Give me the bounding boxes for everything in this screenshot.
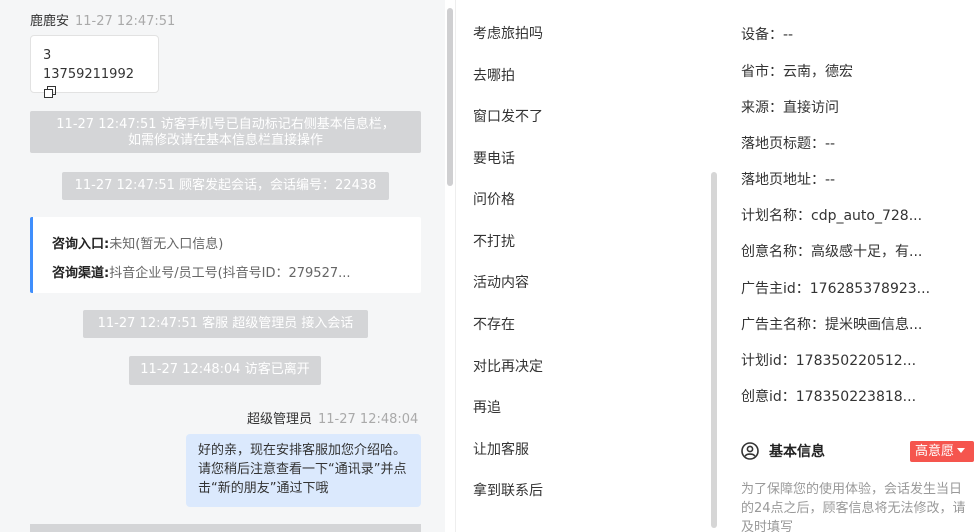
tag-item[interactable]: 考虑旅拍吗 (473, 23, 543, 43)
phone-line2: 13759211992 (43, 65, 146, 103)
consult-channel-row: 咨询渠道:抖音企业号/员工号(抖音号ID：279527... (52, 259, 421, 288)
agent-message-header: 超级管理员 11-27 12:48:04 (247, 408, 418, 427)
chat-scrollbar[interactable] (447, 8, 453, 186)
system-message-phone-marked: 11-27 12:47:51 访客手机号已自动标记右侧基本信息栏，如需修改请在基… (30, 111, 421, 153)
info-advertiser-name: 广告主名称：提米映画信息... (741, 317, 923, 333)
system-message-session-start: 11-27 12:47:51 顾客发起会话，会话编号：22438 (62, 172, 389, 200)
visitor-time: 11-27 12:47:51 (75, 14, 176, 29)
tag-item[interactable]: 活动内容 (473, 272, 529, 292)
consult-channel-value: 抖音企业号/员工号(抖音号ID：279527... (109, 266, 351, 281)
info-plan-id: 计划id：178350220512... (741, 353, 917, 369)
consult-info-card: 咨询入口:未知(暂无入口信息) 咨询渠道:抖音企业号/员工号(抖音号ID：279… (30, 217, 421, 293)
tag-item[interactable]: 问价格 (473, 189, 515, 209)
info-province-city: 省市：云南，德宏 (741, 64, 853, 80)
chat-panel: 鹿鹿安 11-27 12:47:51 3 13759211992 11-27 12… (0, 0, 445, 532)
info-device: 设备：-- (741, 27, 794, 43)
basic-info-title: 基本信息 (769, 444, 825, 460)
info-plan-name: 计划名称：cdp_auto_728... (741, 208, 923, 224)
consult-channel-label: 咨询渠道: (52, 266, 110, 281)
tag-list-scrollbar[interactable] (711, 172, 717, 528)
info-creative-id: 创意id：178350223818... (741, 389, 917, 405)
chevron-down-icon (957, 448, 966, 453)
system-message-agent-join: 11-27 12:47:51 客服 超级管理员 接入会话 (83, 310, 368, 338)
consult-entry-value: 未知(暂无入口信息) (109, 237, 224, 252)
visitor-message-header: 鹿鹿安 11-27 12:47:51 (30, 10, 175, 29)
edit-notice: 为了保障您的使用体验，会话发生当日的24点之后，顾客信息将无法修改，请及时填写 (741, 482, 966, 532)
tag-item[interactable]: 不存在 (473, 314, 515, 334)
quick-tag-list: 考虑旅拍吗 去哪拍 窗口发不了 要电话 问价格 不打扰 活动内容 不存在 对比再… (456, 0, 718, 532)
consult-entry-row: 咨询入口:未知(暂无入口信息) (52, 230, 421, 259)
info-landing-title: 落地页标题：-- (741, 136, 836, 152)
tag-item[interactable]: 去哪拍 (473, 65, 515, 85)
tag-item[interactable]: 不打扰 (473, 231, 515, 251)
user-icon (741, 442, 759, 460)
intent-dropdown[interactable]: 高意愿 (910, 441, 974, 462)
info-landing-url: 落地页地址：-- (741, 172, 836, 188)
basic-info-header: 基本信息 (741, 441, 825, 461)
agent-message-bubble: 好的亲，现在安排客服加您介绍哈。请您稍后注意查看一下“通讯录”并点击“新的朋友”… (186, 434, 421, 507)
tag-item[interactable]: 要电话 (473, 148, 515, 168)
intent-label: 高意愿 (915, 444, 955, 459)
visitor-name: 鹿鹿安 (30, 14, 70, 29)
tag-item[interactable]: 窗口发不了 (473, 106, 543, 126)
consult-entry-label: 咨询入口: (52, 237, 110, 252)
next-system-message (30, 524, 421, 532)
tag-item[interactable]: 让加客服 (473, 439, 529, 459)
tag-item[interactable]: 拿到联系后 (473, 480, 543, 500)
phone-number: 13759211992 (43, 67, 134, 82)
system-message-visitor-left: 11-27 12:48:04 访客已离开 (129, 356, 321, 385)
phone-card: 3 13759211992 (30, 35, 159, 98)
info-source: 来源：直接访问 (741, 100, 839, 116)
tag-item[interactable]: 再追 (473, 397, 501, 417)
phone-line1: 3 (43, 48, 52, 63)
visitor-info-panel: 设备：-- 省市：云南，德宏 来源：直接访问 落地页标题：-- 落地页地址：--… (719, 0, 974, 532)
agent-time: 11-27 12:48:04 (318, 412, 419, 427)
info-creative-name: 创意名称：高级感十足，有... (741, 244, 923, 260)
copy-icon[interactable] (44, 85, 56, 98)
tag-item[interactable]: 对比再决定 (473, 356, 543, 376)
agent-name: 超级管理员 (247, 412, 313, 427)
info-advertiser-id: 广告主id：176285378923... (741, 281, 931, 297)
